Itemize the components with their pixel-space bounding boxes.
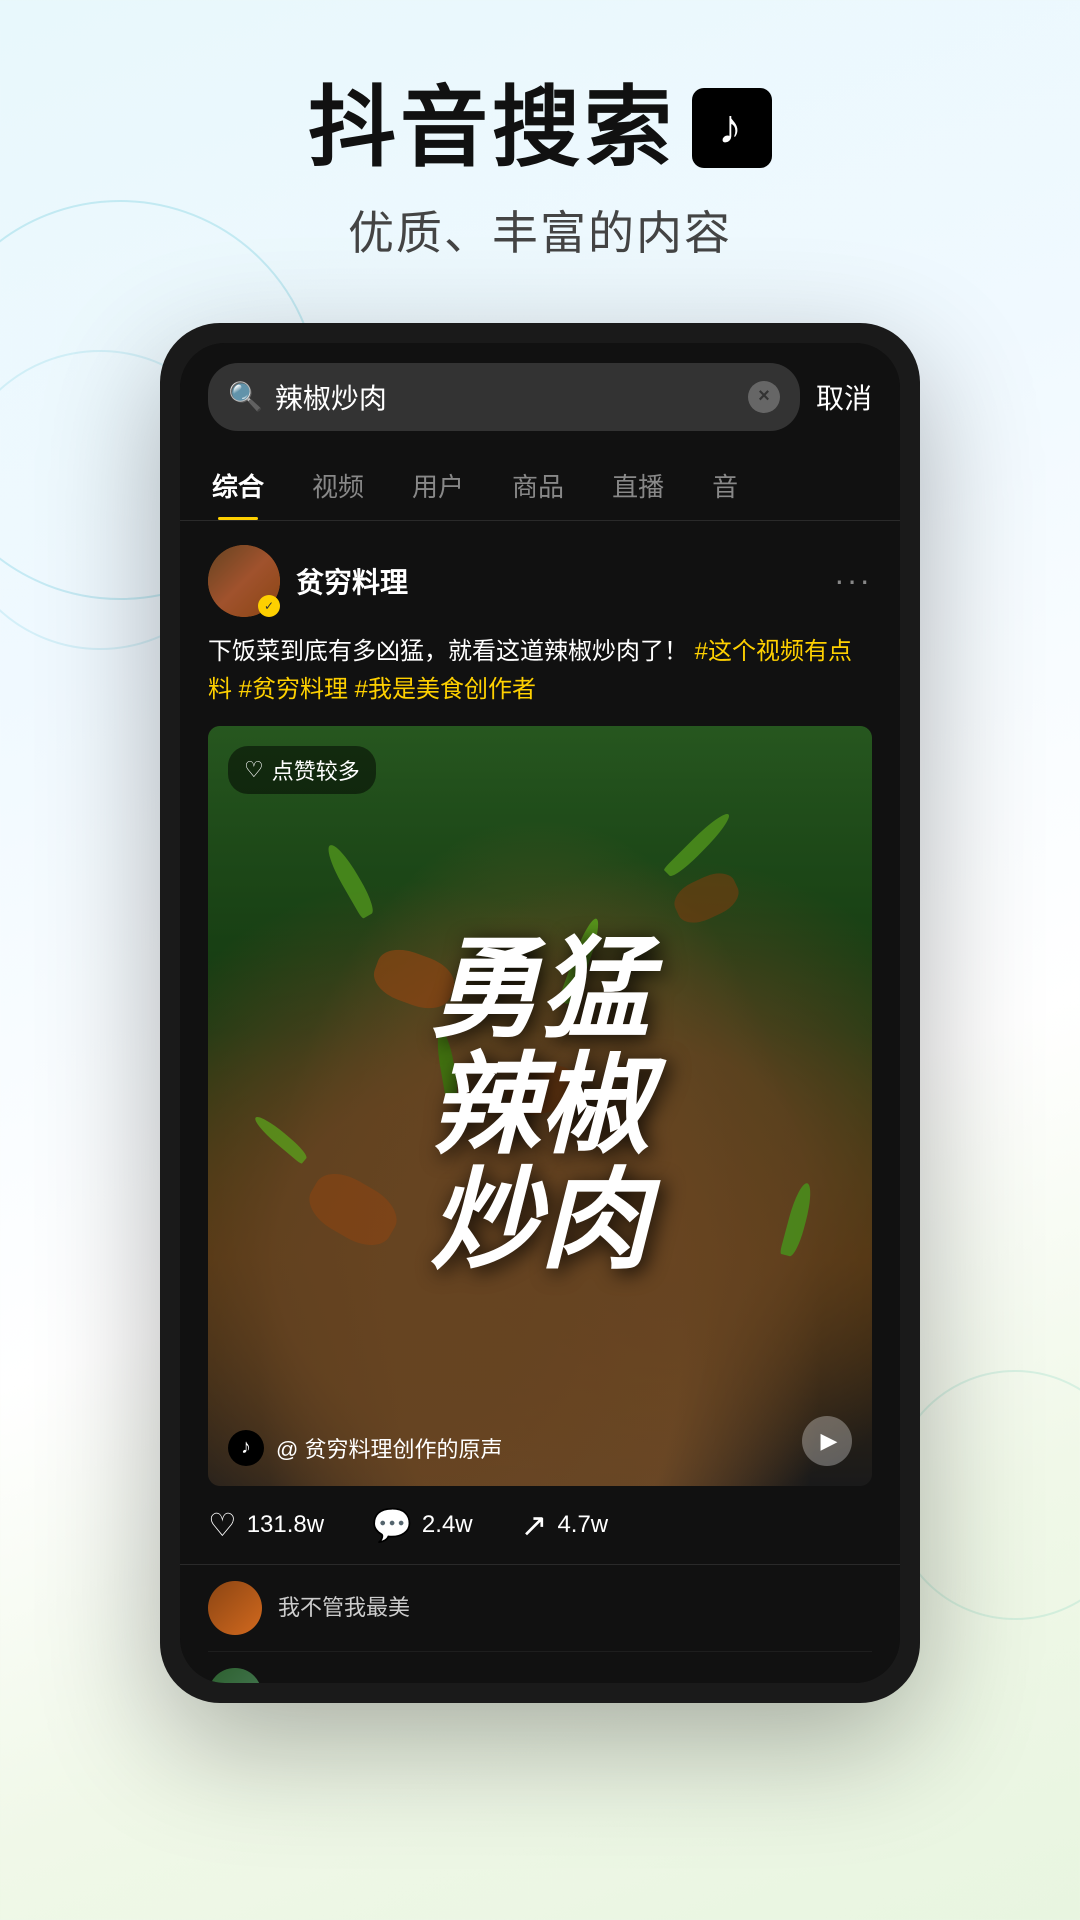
comment-item-2: 我就没一次看时不咽唾沫的 😋 1.2w	[208, 1652, 872, 1683]
shares-count: 4.7w	[557, 1511, 608, 1539]
tab-综合[interactable]: 综合	[208, 451, 268, 520]
tab-用户[interactable]: 用户	[408, 451, 468, 520]
content-area: ✓ 贫穷料理 ··· 下饭菜到底有多凶猛，就看这道辣椒炒肉了！ #这个视频有点料…	[180, 521, 900, 1683]
cancel-search-button[interactable]: 取消	[816, 377, 872, 417]
audio-icon: ♪	[228, 1430, 264, 1466]
shares-stat[interactable]: ↗ 4.7w	[521, 1506, 609, 1544]
post-body-text: 下饭菜到底有多凶猛，就看这道辣椒炒肉了！	[208, 638, 688, 665]
search-input-wrapper[interactable]: 🔍 辣椒炒肉 ×	[208, 363, 800, 431]
tiktok-logo: ♪	[692, 88, 772, 168]
tab-商品[interactable]: 商品	[508, 451, 568, 520]
phone-screen: 🔍 辣椒炒肉 × 取消 综合 视频 用户 商品	[180, 343, 900, 1683]
post-text: 下饭菜到底有多凶猛，就看这道辣椒炒肉了！ #这个视频有点料 #贫穷料理 #我是美…	[208, 633, 872, 710]
comment-content-2: 我就没一次看时不咽唾沫的 😋	[278, 1678, 814, 1683]
comment-content-1: 我不管我最美	[278, 1591, 872, 1624]
audio-bar: ♪ @ 贫穷料理创作的原声	[228, 1430, 812, 1466]
likes-badge: ♡ 点赞较多	[228, 746, 376, 794]
comments-stat[interactable]: 💬 2.4w	[372, 1506, 473, 1544]
main-title: 抖音搜索 ♪	[308, 80, 772, 177]
tiktok-note-icon: ♪	[718, 102, 746, 155]
verified-badge: ✓	[258, 595, 280, 617]
search-bar-container: 🔍 辣椒炒肉 × 取消	[180, 343, 900, 451]
heart-small-icon: ♡	[244, 757, 264, 783]
search-icon: 🔍	[228, 380, 263, 413]
comments-count: 2.4w	[422, 1511, 473, 1539]
play-icon: ▶	[821, 1428, 838, 1454]
likes-badge-text: 点赞较多	[272, 754, 360, 786]
music-icon: ♪	[241, 1436, 251, 1459]
video-text-overlay: 勇猛 辣椒 炒肉	[208, 726, 872, 1486]
header-section: 抖音搜索 ♪ 优质、丰富的内容	[308, 80, 772, 263]
video-container[interactable]: 勇猛 辣椒 炒肉 ♡ 点赞较多	[208, 726, 872, 1486]
video-big-text: 勇猛 辣椒 炒肉	[410, 912, 670, 1299]
app-name: 抖音搜索	[308, 80, 676, 177]
clear-search-button[interactable]: ×	[748, 381, 780, 413]
phone-mockup: 🔍 辣椒炒肉 × 取消 综合 视频 用户 商品	[160, 323, 920, 1703]
engagement-bar: ♡ 131.8w 💬 2.4w ↗ 4.7w	[180, 1486, 900, 1564]
search-query-text: 辣椒炒肉	[275, 377, 736, 417]
comment-text-1: 我不管我最美	[278, 1595, 410, 1620]
avatar-wrapper: ✓	[208, 545, 280, 617]
page-container: 抖音搜索 ♪ 优质、丰富的内容 🔍 辣椒炒肉 × 取消 综合	[0, 0, 1080, 1703]
comment-icon: 💬	[372, 1506, 412, 1544]
tab-视频[interactable]: 视频	[308, 451, 368, 520]
user-info: ✓ 贫穷料理 ···	[208, 545, 872, 617]
comments-section: 我不管我最美 我就没一次看时不咽唾沫的 😋 1.2w	[180, 1564, 900, 1683]
likes-stat[interactable]: ♡ 131.8w	[208, 1506, 324, 1544]
post-card: ✓ 贫穷料理 ··· 下饭菜到底有多凶猛，就看这道辣椒炒肉了！ #这个视频有点料…	[180, 521, 900, 1486]
tab-直播[interactable]: 直播	[608, 451, 668, 520]
play-button[interactable]: ▶	[802, 1416, 852, 1466]
comment-item-1: 我不管我最美	[208, 1565, 872, 1652]
heart-icon: ♡	[208, 1506, 237, 1544]
likes-count: 131.8w	[247, 1511, 324, 1539]
subtitle: 优质、丰富的内容	[308, 197, 772, 263]
share-icon: ↗	[521, 1506, 548, 1544]
more-options-button[interactable]: ···	[834, 562, 872, 599]
verified-check-icon: ✓	[264, 599, 274, 613]
tabs-container: 综合 视频 用户 商品 直播 音	[180, 451, 900, 521]
tab-音[interactable]: 音	[708, 451, 742, 520]
username[interactable]: 贫穷料理	[296, 561, 408, 601]
comment-text-2: 我就没一次看时不咽唾沫的 😋	[278, 1682, 576, 1683]
audio-text: @ 贫穷料理创作的原声	[276, 1432, 502, 1464]
comment-avatar-1	[208, 1581, 262, 1635]
comment-avatar-2	[208, 1668, 262, 1683]
